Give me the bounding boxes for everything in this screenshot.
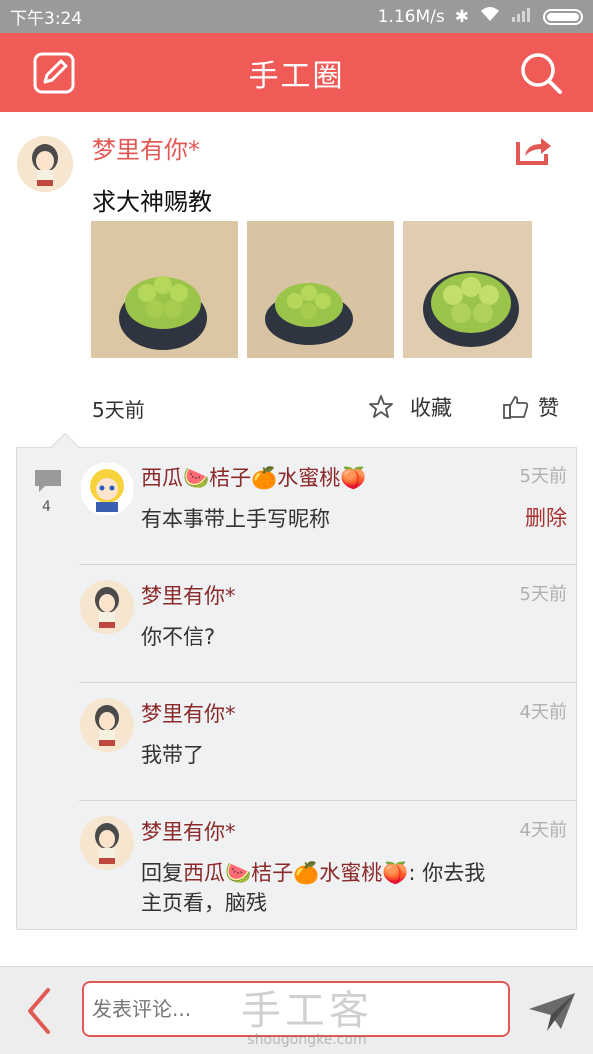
- comment-author[interactable]: 梦里有你*: [141, 816, 236, 846]
- post-time: 5天前: [92, 398, 145, 422]
- comment-count: 4: [42, 499, 51, 515]
- comment-item: 西瓜🍉桔子🍊水蜜桃🍑 5天前 有本事带上手写昵称 删除: [79, 448, 577, 565]
- comment-avatar[interactable]: [80, 698, 134, 752]
- comment-time: 5天前: [519, 466, 567, 487]
- compose-button[interactable]: [32, 51, 76, 95]
- post-content: 求大神赐教: [92, 188, 212, 216]
- post-photos: [91, 221, 532, 358]
- like-label: 赞: [538, 396, 559, 420]
- comment-time: 4天前: [519, 820, 567, 841]
- comment-author[interactable]: 梦里有你*: [141, 698, 236, 728]
- comment-composer: [0, 966, 593, 1054]
- network-speed: 1.16M/s: [377, 6, 445, 27]
- comment-item: 梦里有你* 4天前 回复西瓜🍉桔子🍊水蜜桃🍑: 你去我主页看，脑残: [79, 802, 577, 930]
- back-arrow-icon: [28, 988, 50, 1034]
- comments-panel: 4 西瓜🍉桔子🍊水蜜桃🍑 5天前 有本事带上手写昵称 删除 梦里有你* 5天前 …: [16, 432, 577, 930]
- favorite-button[interactable]: 收藏: [368, 392, 452, 422]
- post-author-avatar[interactable]: [17, 136, 73, 192]
- post-photo-2[interactable]: [247, 221, 394, 358]
- comment-avatar[interactable]: [80, 462, 134, 516]
- post-author[interactable]: 梦里有你*: [92, 130, 200, 165]
- comment-item: 梦里有你* 5天前 你不信?: [79, 566, 577, 683]
- comment-time: 5天前: [519, 584, 567, 605]
- avatar-image: [17, 136, 73, 192]
- signal-icon: [511, 6, 533, 27]
- comment-text: 有本事带上手写昵称: [141, 507, 330, 531]
- share-button[interactable]: [515, 132, 553, 166]
- back-button[interactable]: [24, 987, 54, 1035]
- send-icon: [529, 993, 575, 1031]
- reply-prefix: 回复: [141, 861, 183, 885]
- comment-text: 你不信?: [141, 625, 216, 649]
- comment-input[interactable]: [82, 981, 510, 1037]
- status-bar: 下午3:24 1.16M/s ✱: [0, 0, 593, 33]
- comment-avatar[interactable]: [80, 816, 134, 870]
- comment-icon: [35, 470, 61, 492]
- reply-target-link[interactable]: 西瓜🍉桔子🍊水蜜桃🍑: [183, 861, 408, 885]
- thumbs-up-icon: [503, 396, 529, 419]
- search-icon: [521, 53, 562, 94]
- comment-time: 4天前: [519, 702, 567, 723]
- comment-text: 我带了: [141, 743, 204, 767]
- comment-avatar[interactable]: [80, 580, 134, 634]
- search-button[interactable]: [519, 51, 563, 95]
- share-icon: [516, 138, 551, 165]
- page-title: 手工圈: [248, 58, 345, 94]
- comment-text: 回复西瓜🍉桔子🍊水蜜桃🍑: 你去我主页看，脑残: [141, 858, 501, 918]
- comment-author[interactable]: 梦里有你*: [141, 580, 236, 610]
- status-time: 下午3:24: [10, 9, 83, 29]
- edit-icon: [33, 52, 75, 94]
- like-button[interactable]: 赞: [502, 392, 559, 422]
- star-icon: [369, 395, 393, 418]
- send-button[interactable]: [527, 989, 577, 1033]
- comment-item: 梦里有你* 4天前 我带了: [79, 684, 577, 801]
- status-right: 1.16M/s ✱: [378, 5, 583, 28]
- wifi-icon: [479, 5, 501, 28]
- app-header: 手工圈: [0, 33, 593, 112]
- battery-icon: [543, 8, 583, 25]
- comment-author[interactable]: 西瓜🍉桔子🍊水蜜桃🍑: [141, 462, 366, 492]
- post-photo-1[interactable]: [91, 221, 238, 358]
- post-photo-3[interactable]: [403, 221, 532, 358]
- panel-notch: [50, 432, 80, 462]
- delete-comment-button[interactable]: 删除: [525, 502, 567, 532]
- bluetooth-icon: ✱: [454, 6, 469, 27]
- favorite-label: 收藏: [410, 396, 452, 420]
